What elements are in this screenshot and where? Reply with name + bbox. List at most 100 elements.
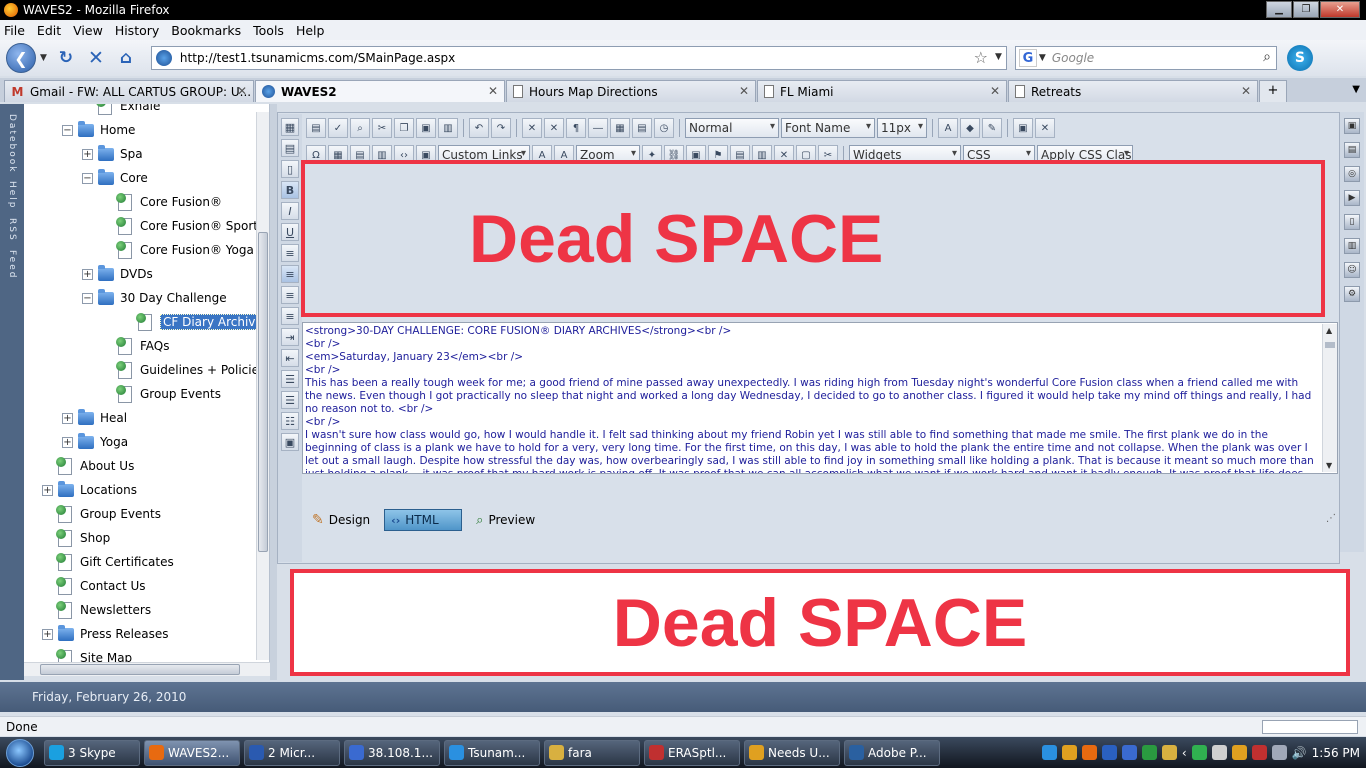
tree-item-locations[interactable]: + Locations xyxy=(42,480,137,500)
tab-retreats[interactable]: Retreats ✕ xyxy=(1008,80,1258,102)
tree-item-core-fusion-sport[interactable]: Core Fusion® Sport xyxy=(116,216,258,236)
tray-app-icon[interactable] xyxy=(1211,745,1227,760)
font-name-dropdown[interactable]: Font Name xyxy=(781,118,875,138)
volume-icon[interactable]: 🔊 xyxy=(1292,746,1307,760)
tree-item-gift-certificates[interactable]: Gift Certificates xyxy=(56,552,174,572)
paragraph-icon[interactable]: ¶ xyxy=(566,118,586,138)
justify-icon[interactable]: ≡ xyxy=(281,307,299,325)
tree-item-dvds[interactable]: + DVDs xyxy=(82,264,153,284)
search-icon[interactable]: ⌕ xyxy=(1263,49,1271,65)
close-tab-icon[interactable]: ✕ xyxy=(1241,84,1251,98)
folder-icon[interactable]: ▤ xyxy=(1344,142,1360,158)
excel-tray-icon[interactable] xyxy=(1141,745,1157,760)
close-tab-icon[interactable]: ✕ xyxy=(990,84,1000,98)
tree-item-contact-us[interactable]: Contact Us xyxy=(56,576,146,596)
firefox-tray-icon[interactable] xyxy=(1081,745,1097,760)
notification-tray-icon[interactable] xyxy=(1231,745,1247,760)
align-center-icon[interactable]: ≡ xyxy=(281,265,299,283)
collapse-icon[interactable]: − xyxy=(82,292,93,304)
tree-item-faqs[interactable]: FAQs xyxy=(116,336,170,356)
new-tab-button[interactable]: + xyxy=(1259,80,1287,102)
horizontal-rule-icon[interactable]: ― xyxy=(588,118,608,138)
close-tab-icon[interactable]: ✕ xyxy=(739,84,749,98)
network-status-icon[interactable] xyxy=(1271,745,1287,760)
scroll-up-icon[interactable]: ▲ xyxy=(1326,326,1332,335)
preview-mode-tab[interactable]: ⌕ Preview xyxy=(470,509,541,531)
datebook-link[interactable]: Datebook xyxy=(7,114,17,173)
taskbar-item[interactable]: fara xyxy=(544,739,640,766)
find-icon[interactable]: ⌕ xyxy=(350,118,370,138)
expand-icon[interactable]: + xyxy=(42,628,53,640)
tab-list-dropdown[interactable]: ▼ xyxy=(1352,84,1360,95)
expand-icon[interactable]: + xyxy=(82,268,93,280)
close-editor-icon[interactable]: ✕ xyxy=(1035,118,1055,138)
tab-fl-miami[interactable]: FL Miami ✕ xyxy=(757,80,1007,102)
html-mode-tab[interactable]: ‹› HTML xyxy=(384,509,463,531)
player-tray-icon[interactable] xyxy=(1161,745,1177,760)
compass-icon[interactable]: ◎ xyxy=(1344,166,1360,182)
taskbar-item[interactable]: 3 Skype xyxy=(44,739,140,766)
network-tray-icon[interactable] xyxy=(1121,745,1137,760)
clock[interactable]: 1:56 PM xyxy=(1312,746,1360,760)
align-left-icon[interactable]: ≡ xyxy=(281,244,299,262)
date-icon[interactable]: ▤ xyxy=(632,118,652,138)
close-tab-icon[interactable]: ✕ xyxy=(237,84,247,98)
paste-special-icon[interactable]: ▥ xyxy=(438,118,458,138)
taskbar-item[interactable]: 2 Micr... xyxy=(244,739,340,766)
grid-icon[interactable]: ▦ xyxy=(281,118,299,136)
tray-expand-icon[interactable]: ‹ xyxy=(1182,746,1187,760)
skype-tray-icon[interactable] xyxy=(1191,745,1207,760)
tree-item-group-events[interactable]: Group Events xyxy=(116,384,221,404)
save-icon[interactable]: ▣ xyxy=(1013,118,1033,138)
tree-item-press-releases[interactable]: + Press Releases xyxy=(42,624,169,644)
calendar-icon[interactable]: ▦ xyxy=(610,118,630,138)
feed-link[interactable]: Feed xyxy=(7,250,17,279)
align-right-icon[interactable]: ≡ xyxy=(281,286,299,304)
tree-item-group-events-2[interactable]: Group Events xyxy=(56,504,161,524)
search-bar[interactable]: G ▼ Google ⌕ xyxy=(1014,46,1277,70)
settings-icon[interactable]: ⚙ xyxy=(1344,286,1360,302)
bold-icon[interactable]: B xyxy=(281,181,299,199)
word-tray-icon[interactable] xyxy=(1101,745,1117,760)
resize-grip-icon[interactable]: ⋰ xyxy=(1326,513,1336,524)
bookmark-star-icon[interactable]: ☆ xyxy=(974,48,988,67)
table-icon[interactable]: ▤ xyxy=(281,139,299,157)
paste-icon[interactable]: ▣ xyxy=(416,118,436,138)
tree-item-shop[interactable]: Shop xyxy=(56,528,110,548)
taskbar-item[interactable]: WAVES2... xyxy=(144,739,240,766)
stop-button[interactable]: ✕ xyxy=(83,45,109,71)
taskbar-item[interactable]: Needs U... xyxy=(744,739,840,766)
home-button[interactable]: ⌂ xyxy=(113,45,139,71)
tree-item-guidelines-policies[interactable]: Guidelines + Policies xyxy=(116,360,265,380)
tree-item-yoga[interactable]: + Yoga xyxy=(62,432,128,452)
taskbar-item[interactable]: 38.108.1... xyxy=(344,739,440,766)
google-engine-icon[interactable]: G xyxy=(1018,49,1037,67)
tree-item-newsletters[interactable]: Newsletters xyxy=(56,600,151,620)
outdent-icon[interactable]: ⇤ xyxy=(281,349,299,367)
folder-tray-icon[interactable] xyxy=(1061,745,1077,760)
italic-icon[interactable]: I xyxy=(281,202,299,220)
tab-waves2[interactable]: WAVES2 ✕ xyxy=(255,80,505,102)
source-scrollbar[interactable]: ▲ ▼ xyxy=(1322,324,1337,472)
taskbar-item[interactable]: ERASptl... xyxy=(644,739,740,766)
strike-icon[interactable]: ✕ xyxy=(544,118,564,138)
tree-item-cf-diary-archives[interactable]: CF Diary Archives xyxy=(136,312,269,332)
scroll-down-icon[interactable]: ▼ xyxy=(1326,461,1332,470)
menu-edit[interactable]: Edit xyxy=(37,23,61,38)
html-source-editor[interactable]: <strong>30-DAY CHALLENGE: CORE FUSION® D… xyxy=(302,322,1338,474)
expand-icon[interactable]: + xyxy=(62,436,73,448)
undo-icon[interactable]: ↶ xyxy=(469,118,489,138)
taskbar-item[interactable]: Adobe P... xyxy=(844,739,940,766)
close-tab-icon[interactable]: ✕ xyxy=(488,84,498,98)
play-icon[interactable]: ▶ xyxy=(1344,190,1360,206)
tree-item-spa[interactable]: + Spa xyxy=(82,144,143,164)
minimize-button[interactable]: ▁ xyxy=(1266,1,1292,18)
person-icon[interactable]: ☺ xyxy=(1344,262,1360,278)
document-icon[interactable]: ▯ xyxy=(1344,214,1360,230)
menu-tools[interactable]: Tools xyxy=(253,23,284,38)
tree-item-core[interactable]: − Core xyxy=(82,168,148,188)
indent-icon[interactable]: ⇥ xyxy=(281,328,299,346)
print-icon[interactable]: ▤ xyxy=(306,118,326,138)
tab-gmail[interactable]: M Gmail - FW: ALL CARTUS GROUP: U... ✕ xyxy=(4,80,254,102)
url-bar[interactable]: http://test1.tsunamicms.com/SMainPage.as… xyxy=(150,46,1007,70)
